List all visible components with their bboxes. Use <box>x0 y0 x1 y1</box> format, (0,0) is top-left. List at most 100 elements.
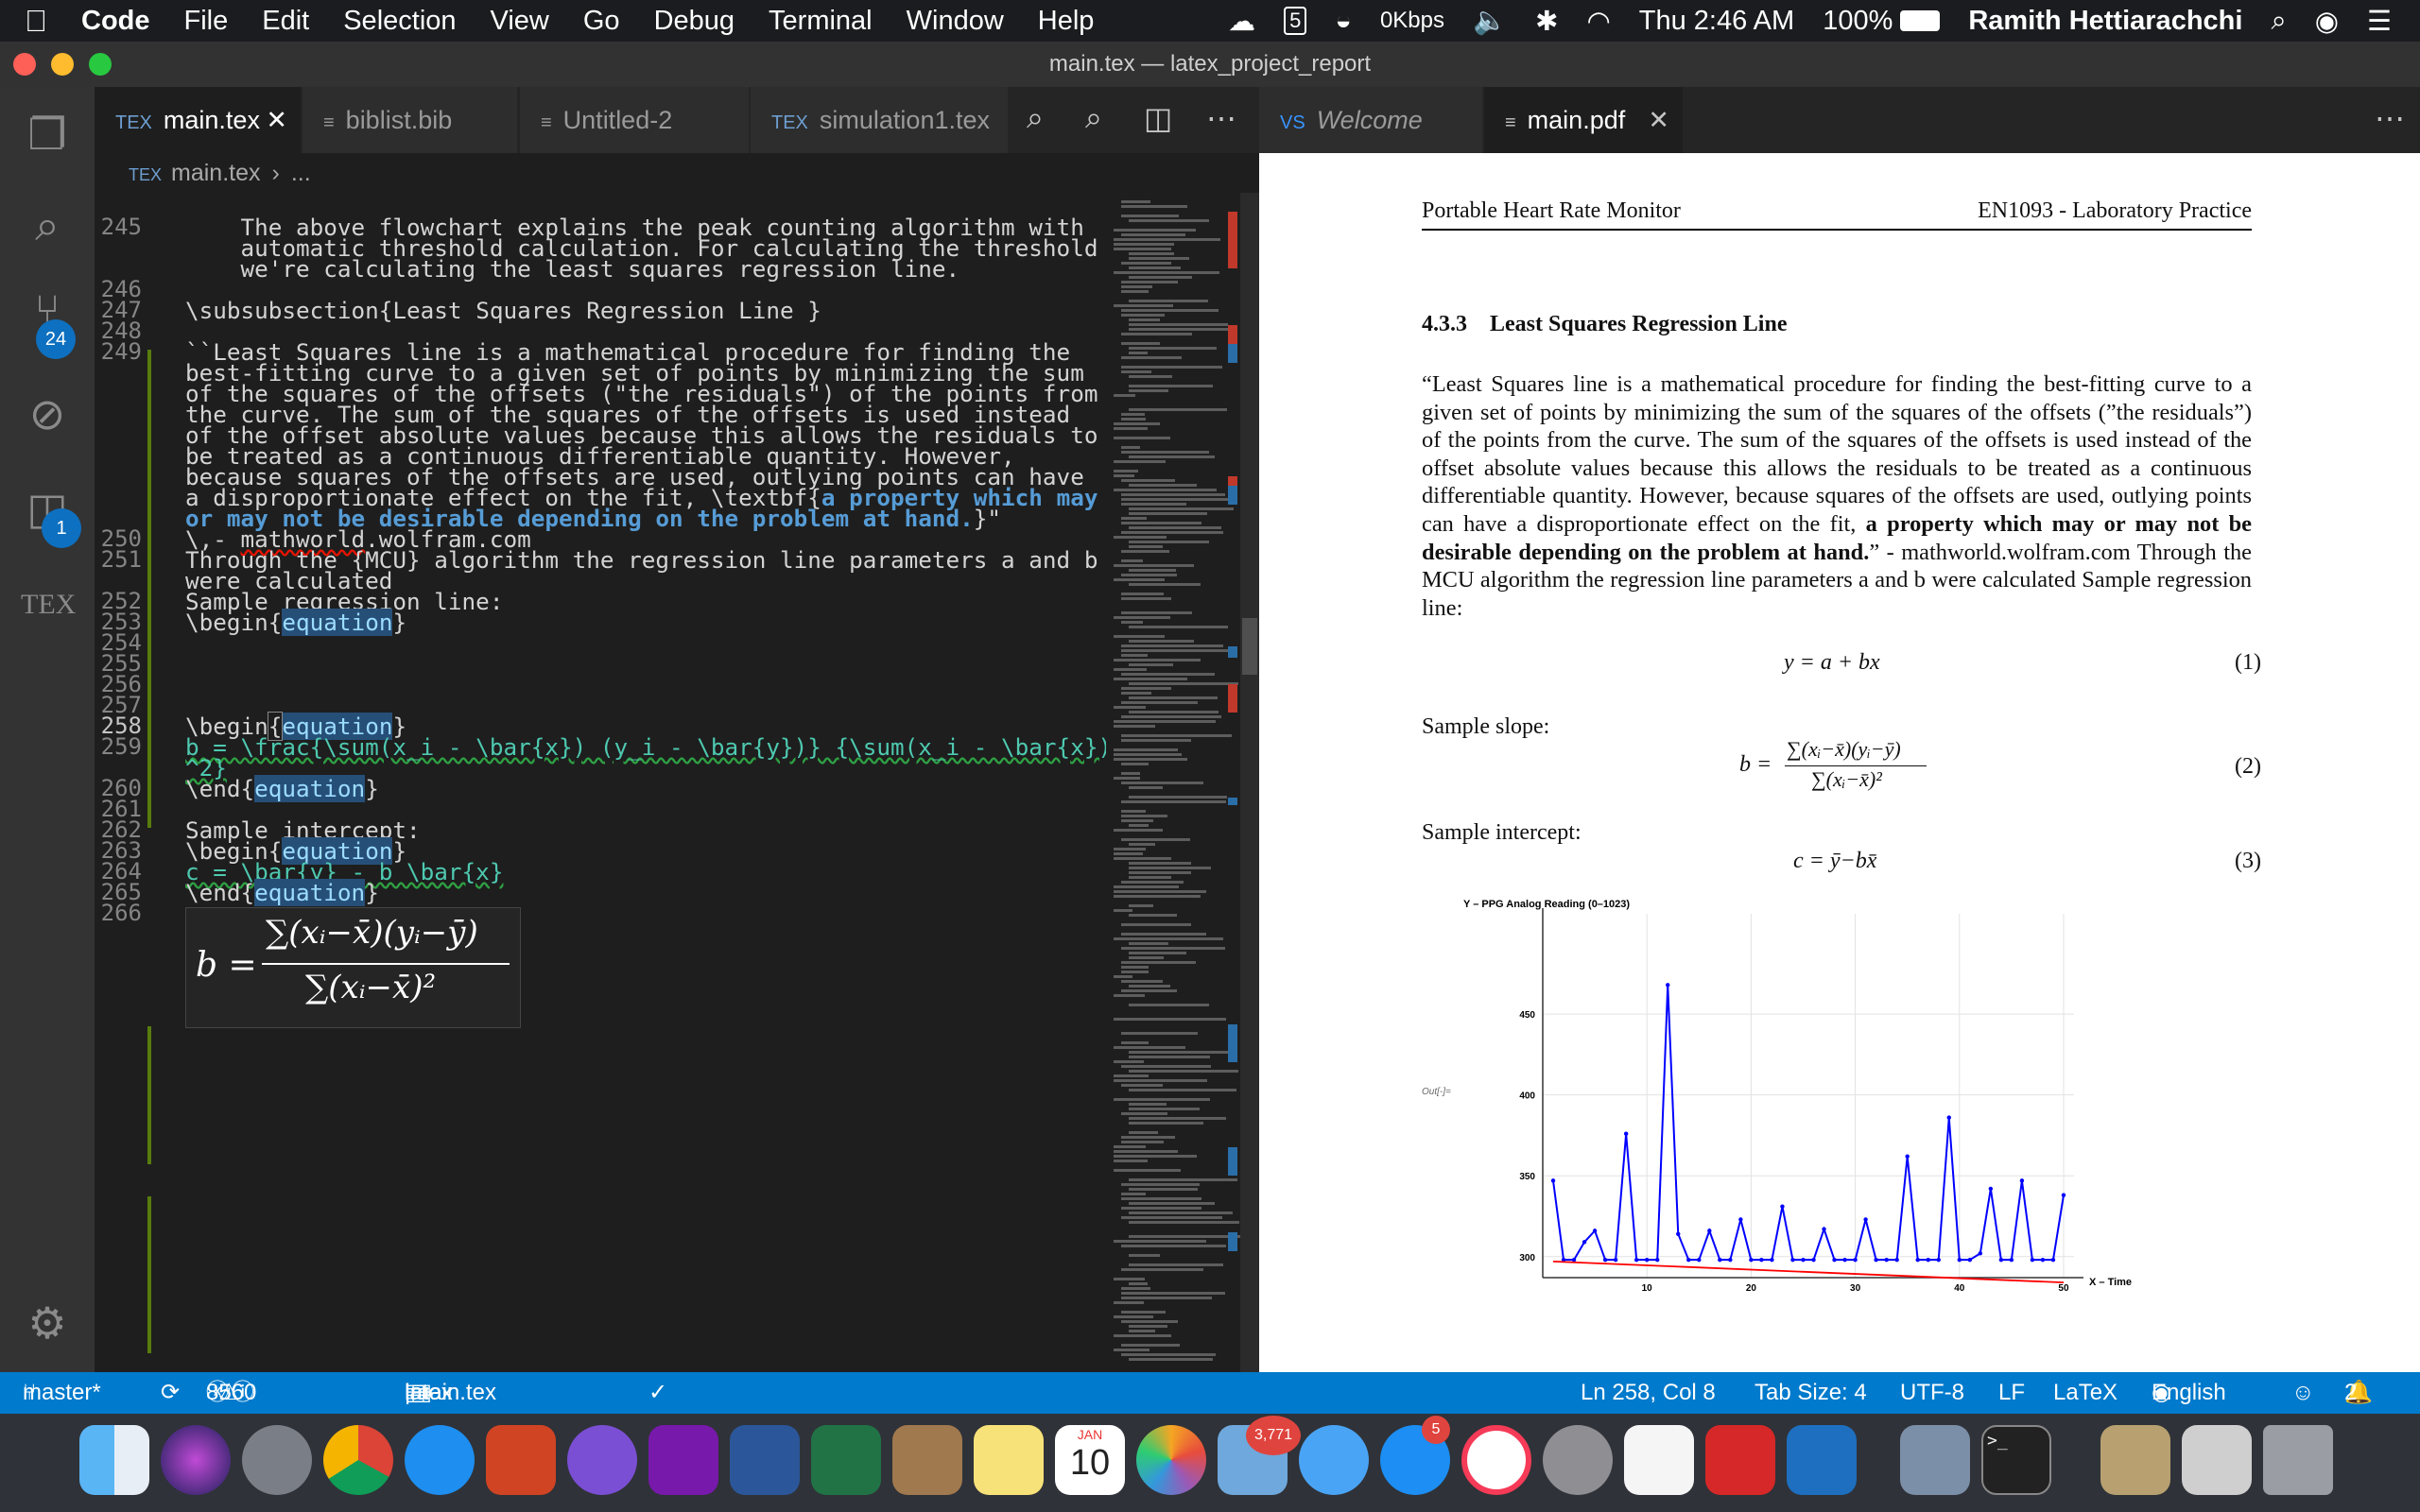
apple-icon[interactable]:  <box>25 4 47 39</box>
split-editor-icon[interactable]: ◫ <box>1144 100 1172 136</box>
problems-indicator[interactable]: ⓧ 85 ⚠ 5 ⓘ 60 <box>206 1372 256 1414</box>
siri-icon[interactable]: ◉ <box>2315 5 2339 38</box>
menu-go[interactable]: Go <box>583 6 620 37</box>
pdf-viewer[interactable]: Portable Heart Rate Monitor EN1093 - Lab… <box>1259 153 2420 1372</box>
feedback-smiley-icon[interactable]: ☺ <box>2291 1372 2315 1414</box>
cloud-upload-icon[interactable]: ☁ <box>1228 5 1255 38</box>
photos-icon[interactable] <box>1136 1425 1206 1495</box>
tex-icon[interactable]: TEX <box>21 578 76 631</box>
minimap-line <box>1129 985 1170 988</box>
trash-icon[interactable] <box>2263 1425 2333 1495</box>
tab-welcome[interactable]: VS Welcome <box>1259 87 1482 153</box>
contacts-icon[interactable] <box>892 1425 962 1495</box>
minimap-line <box>1121 980 1163 983</box>
system-preferences-icon[interactable] <box>1543 1425 1613 1495</box>
menu-edit[interactable]: Edit <box>262 6 309 37</box>
menu-selection[interactable]: Selection <box>343 6 456 37</box>
minimap-line <box>1121 715 1221 718</box>
safari-preview-icon[interactable] <box>567 1425 637 1495</box>
minimize-window-button[interactable] <box>51 53 74 76</box>
messages-icon[interactable] <box>1299 1425 1369 1495</box>
tab-main-tex[interactable]: TEX main.tex ✕ <box>95 87 301 153</box>
calendar-icon[interactable]: JAN 10 <box>1055 1425 1125 1495</box>
chrome-icon[interactable] <box>323 1425 393 1495</box>
latex-command: \subsubsection <box>185 297 379 324</box>
wifi-icon[interactable]: ◠ <box>1586 5 1610 38</box>
code-editor[interactable]: The above flowchart explains the peak co… <box>180 193 1106 1372</box>
sync-search-icon[interactable]: ⌕ <box>1085 100 1102 136</box>
launchpad-icon[interactable] <box>242 1425 312 1495</box>
spotlight-search-icon[interactable]: ⌕ <box>2271 6 2286 37</box>
menu-app-name[interactable]: Code <box>81 6 150 37</box>
close-tab-icon[interactable]: ✕ <box>1648 87 1669 153</box>
powerpoint-icon[interactable] <box>486 1425 556 1495</box>
word-icon[interactable] <box>730 1425 800 1495</box>
breadcrumb-file[interactable]: main.tex <box>171 160 260 186</box>
tab-main-pdf[interactable]: ≡ main.pdf ✕ <box>1484 87 1683 153</box>
menu-file[interactable]: File <box>184 6 229 37</box>
end-of-line[interactable]: LF <box>1998 1372 2025 1414</box>
user-name[interactable]: Ramith Hettiarachchi <box>1968 6 2242 37</box>
finder-icon[interactable] <box>79 1425 149 1495</box>
notification-center-icon[interactable]: ☰ <box>2367 5 2392 38</box>
latex-command: \begin <box>185 609 268 636</box>
onenote-icon[interactable] <box>648 1425 718 1495</box>
preview-icon[interactable] <box>1900 1425 1970 1495</box>
menu-view[interactable]: View <box>491 6 549 37</box>
battery-percent[interactable]: 100% <box>1823 6 1893 37</box>
menu-debug[interactable]: Debug <box>654 6 735 37</box>
preview-icon[interactable]: ⌕ <box>1027 100 1044 136</box>
vertical-scrollbar[interactable] <box>1240 193 1259 1372</box>
menu-window[interactable]: Window <box>907 6 1004 37</box>
volume-icon[interactable]: 🔈 <box>1473 5 1507 37</box>
siri-icon[interactable] <box>161 1425 231 1495</box>
bluetooth-icon[interactable]: ✱ <box>1535 5 1558 38</box>
language-mode[interactable]: LaTeX <box>2053 1372 2118 1414</box>
menu-help[interactable]: Help <box>1038 6 1095 37</box>
vscode-icon[interactable] <box>1787 1425 1857 1495</box>
battery-icon[interactable] <box>1900 10 1941 31</box>
encoding[interactable]: UTF-8 <box>1900 1372 1964 1414</box>
safari-icon[interactable] <box>405 1425 475 1495</box>
zoom-window-button[interactable] <box>89 53 112 76</box>
terminal-icon[interactable]: >_ <box>1981 1425 2051 1495</box>
activity-icon[interactable]: ◒ <box>1335 6 1352 37</box>
network-speed[interactable]: 0Kbps <box>1380 8 1444 34</box>
search-icon[interactable]: ⌕ <box>21 198 74 251</box>
minimap-line <box>1114 1060 1144 1063</box>
tex-root-indicator[interactable]: ▤ latex | ▤ main.tex <box>405 1372 496 1414</box>
minimap-error-marker <box>1228 684 1237 713</box>
minimap-line <box>1129 1108 1200 1110</box>
minimap[interactable] <box>1106 193 1243 1372</box>
scroll-thumb[interactable] <box>1242 618 1257 675</box>
minimap-line <box>1121 692 1151 695</box>
close-window-button[interactable] <box>13 53 36 76</box>
sync-icon[interactable]: ⟳ <box>161 1372 180 1414</box>
excel-icon[interactable] <box>811 1425 881 1495</box>
check-icon[interactable]: ✓ <box>648 1372 667 1414</box>
cursor-position[interactable]: Ln 258, Col 8 <box>1581 1372 1716 1414</box>
breadcrumb-more[interactable]: ... <box>291 160 311 186</box>
settings-gear-icon[interactable]: ⚙ <box>21 1297 74 1349</box>
explorer-icon[interactable]: ❐ <box>21 108 74 161</box>
reminders-icon[interactable] <box>1624 1425 1694 1495</box>
minimap-line <box>1129 626 1228 628</box>
menu-terminal[interactable]: Terminal <box>769 6 873 37</box>
minimap-line <box>1129 252 1174 255</box>
tab-biblist-bib[interactable]: ≡ biblist.bib <box>302 87 518 153</box>
debug-icon[interactable]: ⊘ <box>21 387 74 440</box>
tab-simulation1-tex[interactable]: TEX simulation1.tex <box>751 87 1008 153</box>
close-tab-icon[interactable]: ✕ <box>266 87 287 153</box>
wolfram-icon[interactable] <box>1705 1425 1775 1495</box>
archive-utility-icon[interactable] <box>2100 1425 2170 1495</box>
music-icon[interactable] <box>1461 1425 1531 1495</box>
more-actions-icon[interactable]: ⋯ <box>2375 100 2405 136</box>
notes-icon[interactable] <box>974 1425 1044 1495</box>
more-actions-icon[interactable]: ⋯ <box>1206 100 1236 136</box>
tab-untitled-2[interactable]: ≡ Untitled-2 <box>520 87 749 153</box>
clock[interactable]: Thu 2:46 AM <box>1639 6 1794 37</box>
minimap-line <box>1129 352 1148 354</box>
photo-library-icon[interactable] <box>2182 1425 2252 1495</box>
five-icon[interactable]: 5 <box>1284 7 1307 35</box>
tab-size[interactable]: Tab Size: 4 <box>1754 1372 1867 1414</box>
